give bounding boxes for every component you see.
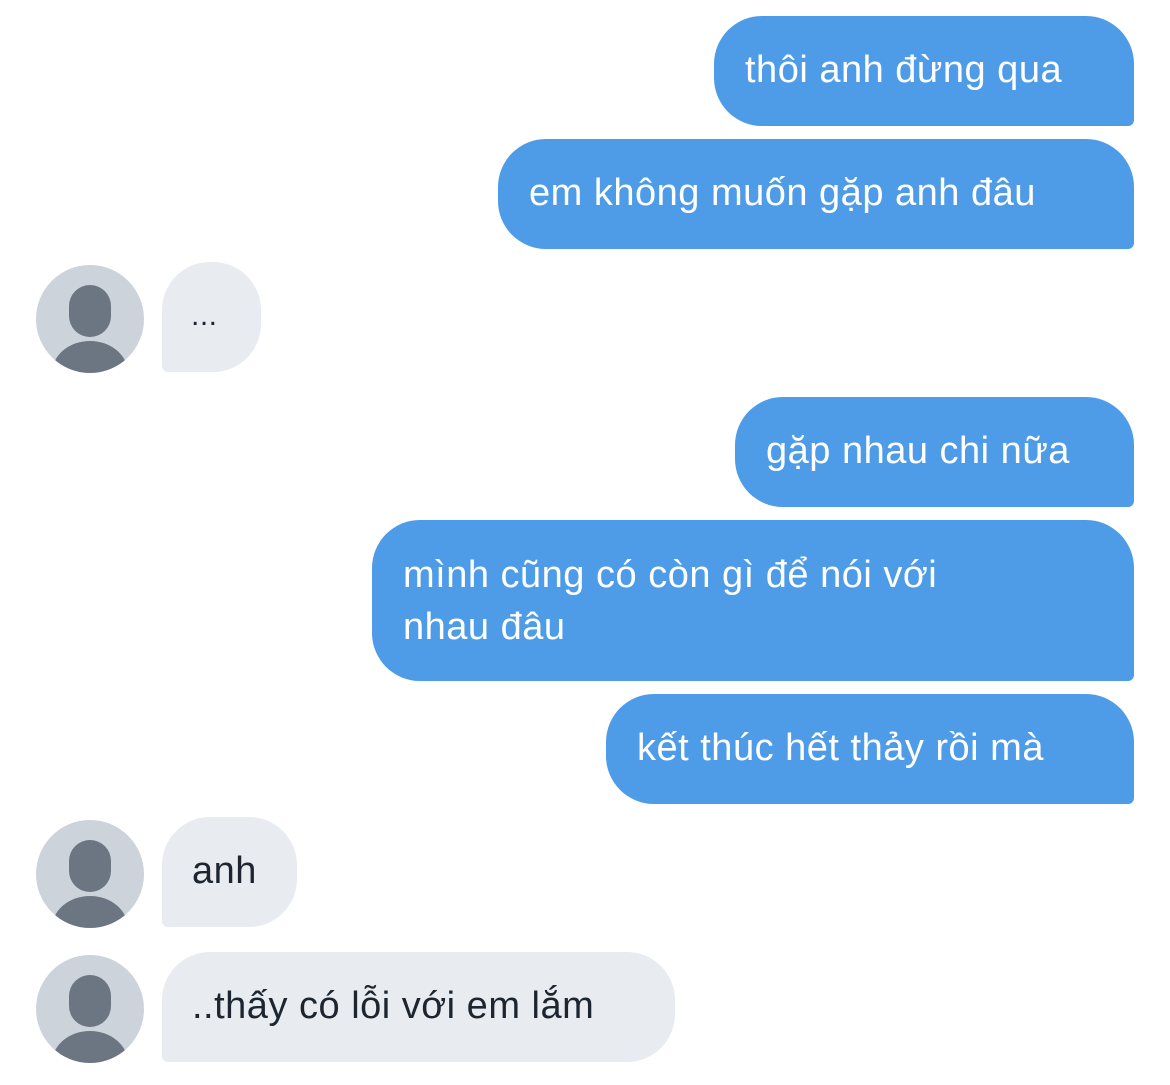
person-icon [52,840,128,928]
message-bubble-sent[interactable]: kết thúc hết thảy rồi mà [606,694,1134,804]
message-bubble-sent[interactable]: mình cũng có còn gì để nói với nhau đâu [372,520,1134,681]
message-bubble-received[interactable]: ..thấy có lỗi với em lắm [162,952,675,1062]
message-bubble-sent[interactable]: thôi anh đừng qua [714,16,1134,126]
message-bubble-sent[interactable]: em không muốn gặp anh đâu [498,139,1134,249]
avatar[interactable] [36,820,144,928]
avatar[interactable] [36,955,144,1063]
person-icon [52,975,128,1063]
avatar[interactable] [36,265,144,373]
message-bubble-received[interactable]: anh [162,817,297,927]
person-icon [52,285,128,373]
message-bubble-sent[interactable]: gặp nhau chi nữa [735,397,1134,507]
message-bubble-received[interactable]: ... [162,262,261,372]
